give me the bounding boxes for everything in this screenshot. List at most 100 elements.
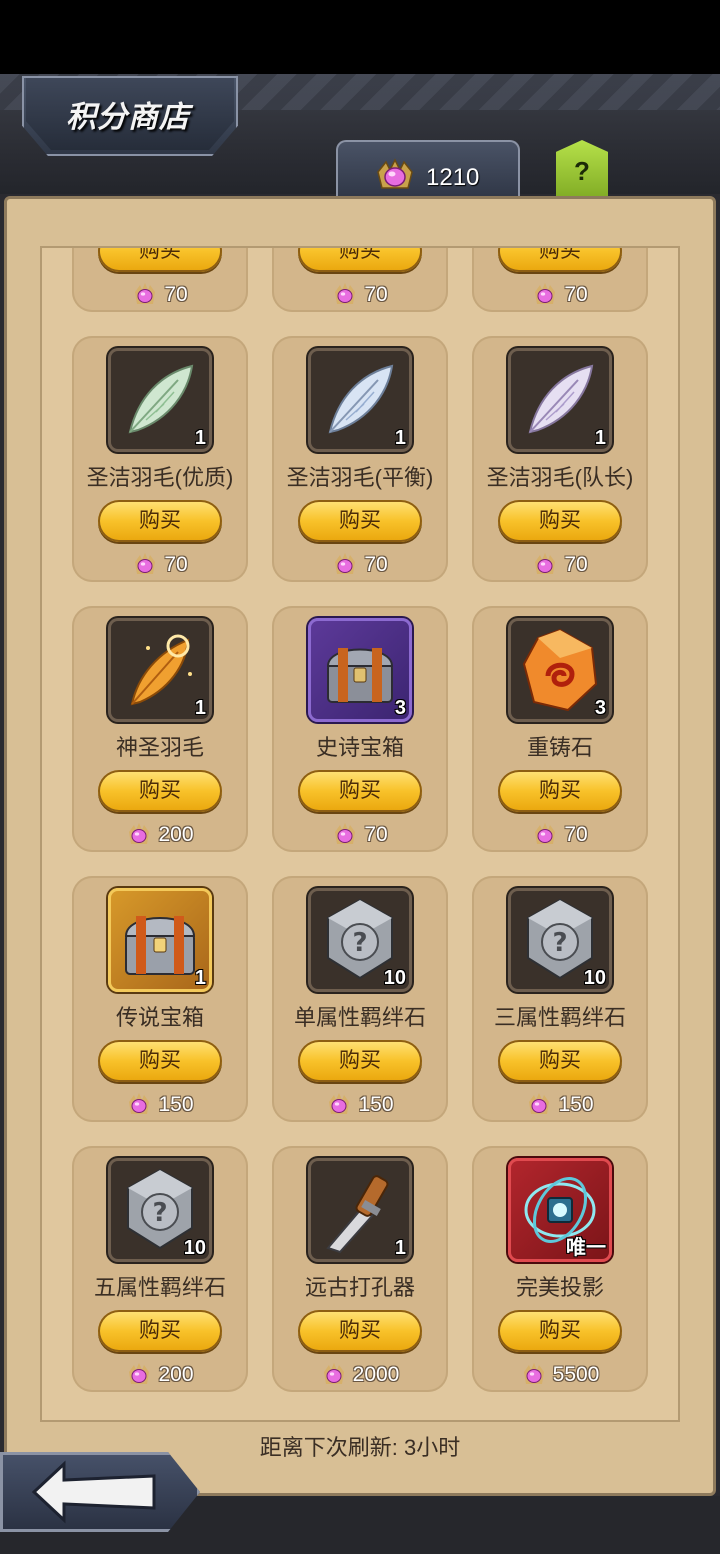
item-quantity: 唯一	[566, 1237, 606, 1259]
item-quantity: 1	[194, 427, 206, 449]
item-slot[interactable]: 1	[108, 348, 212, 452]
item-name: 重铸石	[526, 735, 593, 760]
price-value: 70	[164, 553, 188, 576]
item-name: 神圣羽毛	[115, 735, 204, 760]
price-value: 70	[364, 553, 388, 576]
price-value: 70	[564, 823, 588, 846]
shop-card[interactable]: 1 神圣羽毛 购买 200	[72, 606, 248, 852]
buy-button[interactable]: 购买	[98, 500, 222, 542]
price-value: 150	[158, 1093, 194, 1116]
points-gem-icon	[377, 158, 413, 189]
item-slot[interactable]: ? 10	[308, 888, 412, 992]
item-price: 70	[472, 822, 648, 848]
shop-item-grid[interactable]: 购买 70 购买 70 购买 70 1 圣洁羽毛(优质) 购买 70 1 圣洁羽…	[40, 246, 680, 1422]
points-gem-icon	[323, 1363, 344, 1384]
points-gem-icon	[523, 1363, 544, 1384]
item-price: 200	[72, 822, 248, 848]
price-value: 200	[158, 1363, 194, 1386]
back-arrow-icon[interactable]	[30, 1460, 160, 1524]
item-quantity: 10	[183, 1237, 206, 1259]
item-name: 圣洁羽毛(队长)	[486, 465, 634, 490]
item-slot[interactable]: ? 10	[508, 888, 612, 992]
points-gem-icon	[335, 283, 356, 304]
price-value: 70	[564, 283, 588, 306]
points-gem-icon	[329, 1093, 350, 1114]
item-name: 圣洁羽毛(优质)	[86, 465, 234, 490]
shop-card[interactable]: ? 10 五属性羁绊石 购买 200	[72, 1146, 248, 1392]
shop-card[interactable]: ? 10 三属性羁绊石 购买 150	[472, 876, 648, 1122]
buy-button[interactable]: 购买	[298, 500, 422, 542]
svg-text:?: ?	[352, 928, 367, 958]
item-slot[interactable]: 1	[308, 1158, 412, 1262]
status-bar-area	[0, 0, 720, 74]
item-name: 史诗宝箱	[315, 735, 404, 760]
currency-value: 1210	[426, 164, 480, 191]
shop-card[interactable]: ? 10 单属性羁绊石 购买 150	[272, 876, 448, 1122]
item-name: 完美投影	[515, 1275, 604, 1300]
item-price: 70	[272, 822, 448, 848]
buy-button[interactable]: 购买	[298, 1310, 422, 1352]
item-name: 三属性羁绊石	[493, 1005, 626, 1030]
buy-button[interactable]: 购买	[498, 500, 622, 542]
buy-button[interactable]: 购买	[298, 248, 422, 272]
item-price: 70	[272, 282, 448, 308]
buy-button[interactable]: 购买	[498, 1310, 622, 1352]
item-name: 远古打孔器	[304, 1275, 415, 1300]
item-price: 2000	[272, 1362, 448, 1388]
price-value: 2000	[352, 1363, 400, 1386]
item-price: 70	[472, 282, 648, 308]
item-quantity: 3	[594, 697, 606, 719]
item-slot[interactable]: 3	[508, 618, 612, 722]
item-quantity: 1	[194, 697, 206, 719]
buy-button[interactable]: 购买	[498, 248, 622, 272]
item-slot[interactable]: 1	[108, 618, 212, 722]
item-name: 五属性羁绊石	[93, 1275, 226, 1300]
item-price: 150	[72, 1092, 248, 1118]
buy-button[interactable]: 购买	[98, 1310, 222, 1352]
item-price: 150	[272, 1092, 448, 1118]
shop-card[interactable]: 唯一 完美投影 购买 5500	[472, 1146, 648, 1392]
price-value: 200	[158, 823, 194, 846]
help-icon[interactable]: ?	[556, 156, 608, 187]
page-title: 积分商店	[66, 101, 190, 134]
shop-card[interactable]: 1 圣洁羽毛(队长) 购买 70	[472, 336, 648, 582]
points-gem-icon	[135, 283, 156, 304]
buy-button[interactable]: 购买	[98, 248, 222, 272]
item-slot[interactable]: 1	[508, 348, 612, 452]
shop-card[interactable]: 1 远古打孔器 购买 2000	[272, 1146, 448, 1392]
item-slot[interactable]: 1	[108, 888, 212, 992]
buy-button[interactable]: 购买	[498, 770, 622, 812]
buy-button[interactable]: 购买	[98, 770, 222, 812]
item-slot[interactable]: 唯一	[508, 1158, 612, 1262]
item-name: 传说宝箱	[115, 1005, 204, 1030]
points-gem-icon	[135, 553, 156, 574]
shop-card[interactable]: 1 传说宝箱 购买 150	[72, 876, 248, 1122]
item-slot[interactable]: ? 10	[108, 1158, 212, 1262]
price-value: 70	[564, 553, 588, 576]
buy-button[interactable]: 购买	[298, 770, 422, 812]
item-quantity: 1	[194, 967, 206, 989]
shop-card[interactable]: 1 圣洁羽毛(优质) 购买 70	[72, 336, 248, 582]
item-quantity: 1	[394, 1237, 406, 1259]
item-price: 5500	[472, 1362, 648, 1388]
points-gem-icon	[335, 553, 356, 574]
buy-button[interactable]: 购买	[498, 1040, 622, 1082]
points-gem-icon	[129, 1363, 150, 1384]
points-gem-icon	[535, 823, 556, 844]
item-price: 200	[72, 1362, 248, 1388]
shop-card[interactable]: 3 重铸石 购买 70	[472, 606, 648, 852]
svg-text:?: ?	[152, 1198, 167, 1228]
points-gem-icon	[529, 1093, 550, 1114]
item-slot[interactable]: 3	[308, 618, 412, 722]
item-slot[interactable]: 1	[308, 348, 412, 452]
buy-button[interactable]: 购买	[98, 1040, 222, 1082]
shop-card[interactable]: 3 史诗宝箱 购买 70	[272, 606, 448, 852]
buy-button[interactable]: 购买	[298, 1040, 422, 1082]
price-value: 70	[164, 283, 188, 306]
item-price: 70	[272, 552, 448, 578]
points-gem-icon	[129, 823, 150, 844]
price-value: 150	[358, 1093, 394, 1116]
item-quantity: 10	[383, 967, 406, 989]
shop-card[interactable]: 1 圣洁羽毛(平衡) 购买 70	[272, 336, 448, 582]
item-price: 70	[472, 552, 648, 578]
